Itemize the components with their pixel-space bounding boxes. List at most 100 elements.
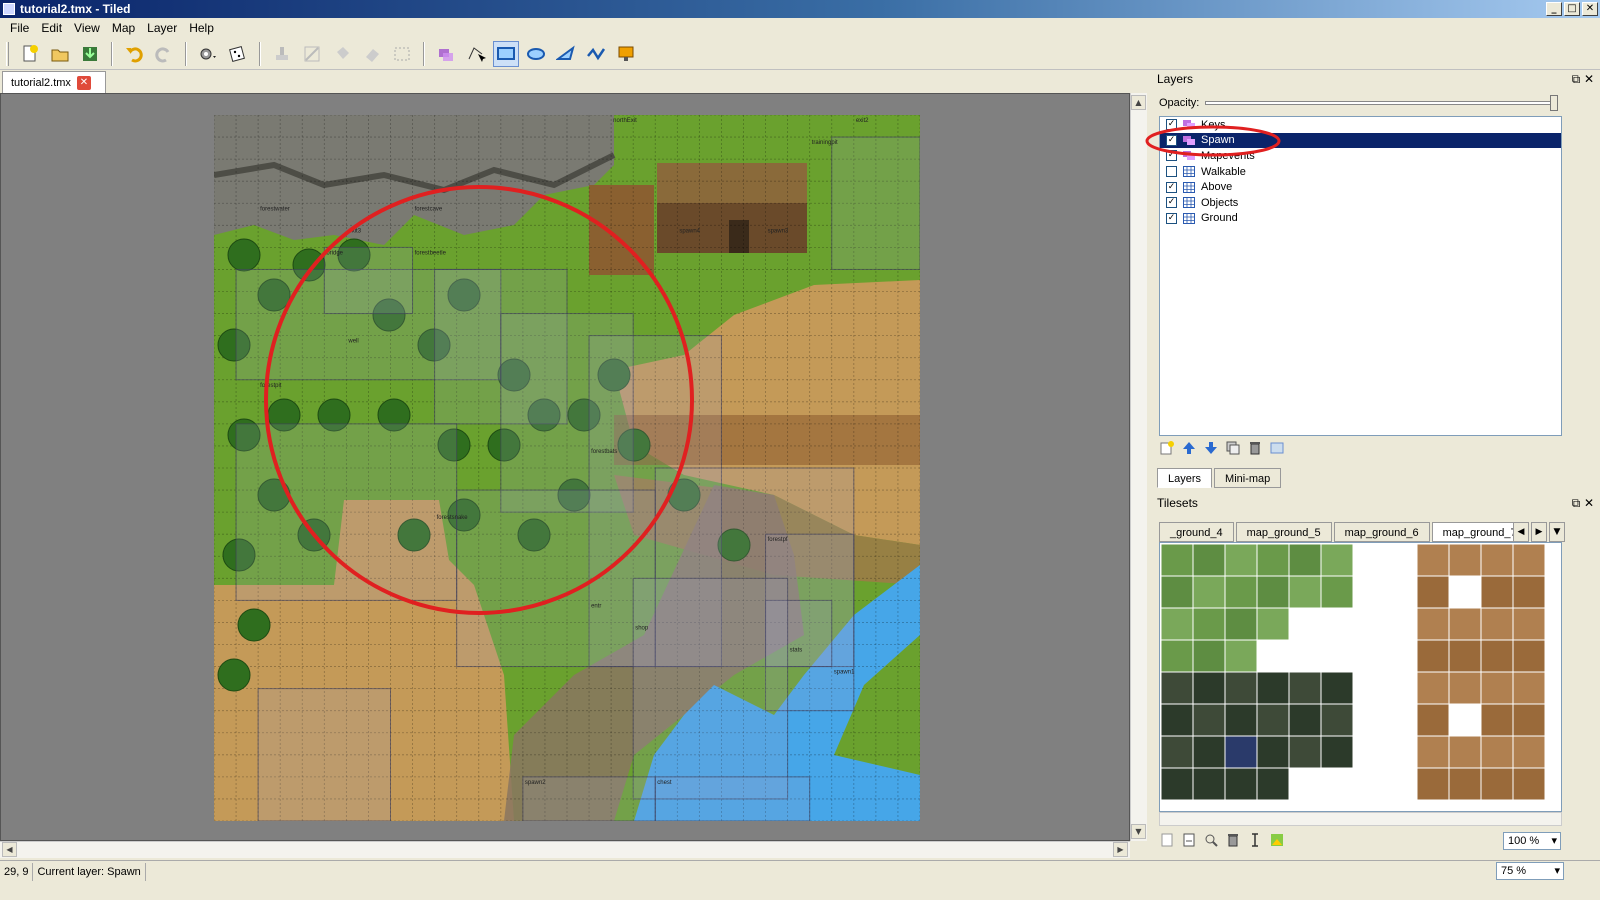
map-object-rect[interactable] bbox=[831, 136, 920, 270]
tileset-tile[interactable] bbox=[1320, 607, 1354, 641]
tileset-tile[interactable] bbox=[1192, 735, 1226, 769]
tileset-tile[interactable] bbox=[1224, 767, 1258, 801]
menu-help[interactable]: Help bbox=[183, 21, 220, 35]
menu-map[interactable]: Map bbox=[106, 21, 141, 35]
menu-edit[interactable]: Edit bbox=[35, 21, 68, 35]
layer-row-objects[interactable]: ✓ Objects bbox=[1160, 195, 1561, 211]
opacity-slider-thumb[interactable] bbox=[1550, 95, 1559, 111]
delete-tileset-icon[interactable] bbox=[1225, 832, 1241, 848]
menu-file[interactable]: File bbox=[4, 21, 35, 35]
tileset-tile[interactable] bbox=[1288, 543, 1322, 577]
tileset-tile[interactable] bbox=[1384, 735, 1418, 769]
tileset-tile[interactable] bbox=[1320, 703, 1354, 737]
tileset-tile[interactable] bbox=[1480, 671, 1514, 705]
undo-button[interactable] bbox=[121, 41, 147, 67]
tileset-tile[interactable] bbox=[1480, 639, 1514, 673]
tileset-tile[interactable] bbox=[1288, 767, 1322, 801]
tileset-tile[interactable] bbox=[1384, 671, 1418, 705]
close-tab-icon[interactable]: ✕ bbox=[76, 75, 91, 90]
move-layer-down-icon[interactable] bbox=[1203, 440, 1219, 456]
rename-tileset-icon[interactable] bbox=[1247, 832, 1263, 848]
tileset-tile[interactable] bbox=[1480, 767, 1514, 801]
tab-layers[interactable]: Layers bbox=[1157, 468, 1213, 488]
map-horizontal-scrollbar[interactable]: ◀ ▶ bbox=[0, 841, 1130, 858]
layer-properties-icon[interactable] bbox=[1269, 440, 1285, 456]
tileset-tile[interactable] bbox=[1160, 767, 1194, 801]
tileset-tile[interactable] bbox=[1512, 767, 1546, 801]
map-object-rect[interactable] bbox=[323, 246, 414, 315]
map-zoom-select[interactable]: 75 % ▾ bbox=[1496, 862, 1564, 880]
map-vertical-scrollbar[interactable]: ▲ ▼ bbox=[1130, 93, 1147, 841]
new-tileset-icon[interactable] bbox=[1159, 832, 1175, 848]
tileset-tile[interactable] bbox=[1448, 735, 1482, 769]
tileset-tile[interactable] bbox=[1352, 671, 1386, 705]
insert-polygon-button[interactable] bbox=[553, 41, 579, 67]
tileset-tile[interactable] bbox=[1384, 703, 1418, 737]
scroll-down-icon[interactable]: ▼ bbox=[1131, 824, 1146, 839]
tileset-tile[interactable] bbox=[1416, 607, 1450, 641]
edit-polygons-button[interactable] bbox=[463, 41, 489, 67]
tileset-grid[interactable] bbox=[1160, 543, 1562, 812]
menu-layer[interactable]: Layer bbox=[141, 21, 183, 35]
tileset-tile[interactable] bbox=[1160, 543, 1194, 577]
tileset-tile[interactable] bbox=[1416, 767, 1450, 801]
layer-row-walkable[interactable]: Walkable bbox=[1160, 164, 1561, 180]
tileset-tile[interactable] bbox=[1512, 607, 1546, 641]
tileset-tile[interactable] bbox=[1288, 703, 1322, 737]
tileset-tile[interactable] bbox=[1160, 735, 1194, 769]
scroll-right-icon[interactable]: ▶ bbox=[1113, 842, 1128, 857]
tileset-tile[interactable] bbox=[1480, 703, 1514, 737]
tab-scroll-left-icon[interactable]: ◀ bbox=[1513, 522, 1529, 542]
scroll-left-icon[interactable]: ◀ bbox=[2, 842, 17, 857]
tileset-tile[interactable] bbox=[1192, 703, 1226, 737]
tileset-tile[interactable] bbox=[1384, 543, 1418, 577]
tileset-tile[interactable] bbox=[1416, 735, 1450, 769]
tileset-tab-ground-6[interactable]: map_ground_6 bbox=[1333, 522, 1430, 542]
layer-visibility-checkbox[interactable]: ✓ bbox=[1166, 197, 1177, 209]
tileset-tile[interactable] bbox=[1416, 575, 1450, 609]
document-tab[interactable]: tutorial2.tmx ✕ bbox=[2, 71, 106, 93]
tileset-tile[interactable] bbox=[1384, 767, 1418, 801]
tileset-tile[interactable] bbox=[1160, 607, 1194, 641]
tileset-tile[interactable] bbox=[1224, 543, 1258, 577]
tileset-tile[interactable] bbox=[1320, 735, 1354, 769]
tileset-tile[interactable] bbox=[1416, 671, 1450, 705]
tileset-tile[interactable] bbox=[1352, 607, 1386, 641]
tileset-tile[interactable] bbox=[1480, 735, 1514, 769]
tileset-tile[interactable] bbox=[1384, 639, 1418, 673]
tileset-zoom-select[interactable]: 100 % ▾ bbox=[1503, 832, 1561, 850]
tileset-tile[interactable] bbox=[1448, 767, 1482, 801]
tileset-tile[interactable] bbox=[1224, 735, 1258, 769]
tileset-tile[interactable] bbox=[1320, 543, 1354, 577]
maximize-button[interactable]: □ bbox=[1564, 2, 1580, 16]
tileset-tile[interactable] bbox=[1288, 671, 1322, 705]
tileset-tile[interactable] bbox=[1224, 639, 1258, 673]
tileset-tile[interactable] bbox=[1352, 575, 1386, 609]
tileset-tile[interactable] bbox=[1256, 767, 1290, 801]
terrain-brush-button[interactable] bbox=[299, 41, 325, 67]
tileset-tile[interactable] bbox=[1320, 767, 1354, 801]
tileset-tile[interactable] bbox=[1448, 607, 1482, 641]
tab-scroll-right-icon[interactable]: ▶ bbox=[1531, 522, 1547, 542]
tileset-tile[interactable] bbox=[1256, 543, 1290, 577]
stamp-brush-button[interactable] bbox=[269, 41, 295, 67]
tileset-tile[interactable] bbox=[1288, 735, 1322, 769]
tileset-tile[interactable] bbox=[1448, 575, 1482, 609]
layer-visibility-checkbox[interactable] bbox=[1166, 166, 1177, 178]
tileset-tile[interactable] bbox=[1416, 639, 1450, 673]
tileset-tile[interactable] bbox=[1256, 639, 1290, 673]
tileset-tile[interactable] bbox=[1384, 607, 1418, 641]
tileset-tile[interactable] bbox=[1480, 543, 1514, 577]
opacity-slider[interactable] bbox=[1205, 95, 1559, 111]
tileset-tile[interactable] bbox=[1256, 703, 1290, 737]
move-layer-up-icon[interactable] bbox=[1181, 440, 1197, 456]
add-layer-icon[interactable] bbox=[1159, 440, 1175, 456]
delete-layer-icon[interactable] bbox=[1247, 440, 1263, 456]
layer-visibility-checkbox[interactable]: ✓ bbox=[1166, 212, 1177, 224]
tileset-tile[interactable] bbox=[1320, 671, 1354, 705]
tileset-tile[interactable] bbox=[1448, 639, 1482, 673]
toolbar-grip[interactable] bbox=[6, 41, 9, 66]
tileset-tile[interactable] bbox=[1512, 735, 1546, 769]
map-object-rect[interactable] bbox=[654, 776, 811, 821]
tileset-tile[interactable] bbox=[1352, 543, 1386, 577]
